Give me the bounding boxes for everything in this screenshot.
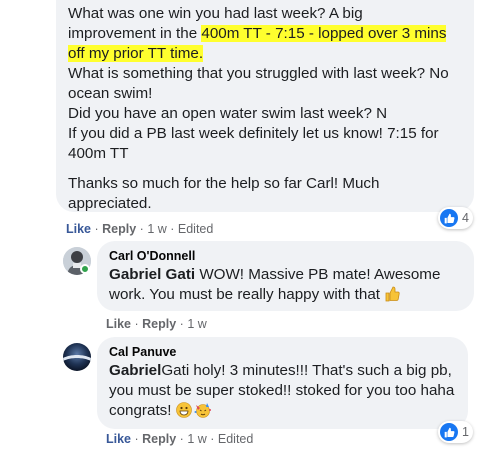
timestamp[interactable]: 1 w (187, 432, 206, 446)
reaction-summary[interactable]: 4 (438, 207, 473, 229)
edited-label[interactable]: Edited (178, 222, 213, 236)
comment-actions-main: Like · Reply · 1 w · Edited (66, 221, 213, 237)
comment-bubble-reply: Cal Panuve GabrielGati holy! 3 minutes!!… (97, 337, 468, 429)
separator: · (170, 222, 178, 236)
avatar[interactable] (63, 343, 91, 371)
separator: · (134, 317, 143, 331)
timestamp[interactable]: 1 w (147, 222, 166, 236)
reply-link[interactable]: Reply (142, 432, 176, 446)
grinning-emoji (175, 402, 192, 424)
reaction-summary[interactable]: 1 (438, 421, 473, 443)
text-line: off my prior TT time. (68, 44, 462, 64)
text-segment: improvement in the (68, 25, 202, 42)
text-line: What is something that you struggled wit… (68, 65, 449, 102)
edited-label[interactable]: Edited (218, 432, 253, 446)
separator: · (210, 432, 218, 446)
mention-link[interactable]: Gabriel Gati (109, 266, 195, 283)
highlighted-text: off my prior TT time. (68, 45, 204, 62)
online-status-dot (80, 264, 90, 274)
highlighted-text: 400m TT - 7:15 - lopped over 3 mins (201, 25, 447, 42)
timestamp[interactable]: 1 w (187, 317, 206, 331)
reaction-count: 4 (462, 211, 469, 225)
avatar-image (63, 343, 91, 371)
comment-actions: Like · Reply · 1 w · Edited (106, 431, 253, 447)
comment-author[interactable]: Carl O'Donnell (109, 248, 462, 265)
text-line: What was one win you had last week? A bi… (68, 5, 363, 22)
comment-text: Gabriel Gati WOW! Massive PB mate! Aweso… (109, 265, 462, 308)
text-line: improvement in the 400m TT - 7:15 - lopp… (68, 24, 462, 44)
comment-actions: Like · Reply · 1 w (106, 316, 207, 332)
partying-face-emoji (194, 402, 212, 424)
like-reaction-icon (440, 209, 458, 227)
comment-bubble-reply: Carl O'Donnell Gabriel Gati WOW! Massive… (97, 241, 474, 311)
text-line: If you did a PB last week definitely let… (68, 125, 439, 162)
reply-link[interactable]: Reply (102, 222, 136, 236)
comment-bubble-main: What was one win you had last week? A bi… (56, 0, 474, 212)
comment-text: GabrielGati holy! 3 minutes!!! That's su… (109, 361, 456, 424)
reaction-count: 1 (462, 425, 469, 439)
like-link[interactable]: Like (106, 317, 131, 331)
separator: · (94, 222, 103, 236)
reply-link[interactable]: Reply (142, 317, 176, 331)
comment-body: Gati holy! 3 minutes!!! That's such a bi… (109, 362, 455, 419)
mention-link[interactable]: Gabriel (109, 362, 161, 379)
comment-author[interactable]: Cal Panuve (109, 344, 456, 361)
text-line: Thanks so much for the help so far Carl!… (68, 175, 380, 212)
text-line: Did you have an open water swim last wee… (68, 105, 388, 122)
comment-text-main: What was one win you had last week? A bi… (68, 4, 462, 214)
thumbs-up-emoji (384, 286, 400, 308)
like-link[interactable]: Like (106, 432, 131, 446)
separator: · (134, 432, 143, 446)
like-link[interactable]: Like (66, 222, 91, 236)
like-reaction-icon (440, 423, 458, 441)
